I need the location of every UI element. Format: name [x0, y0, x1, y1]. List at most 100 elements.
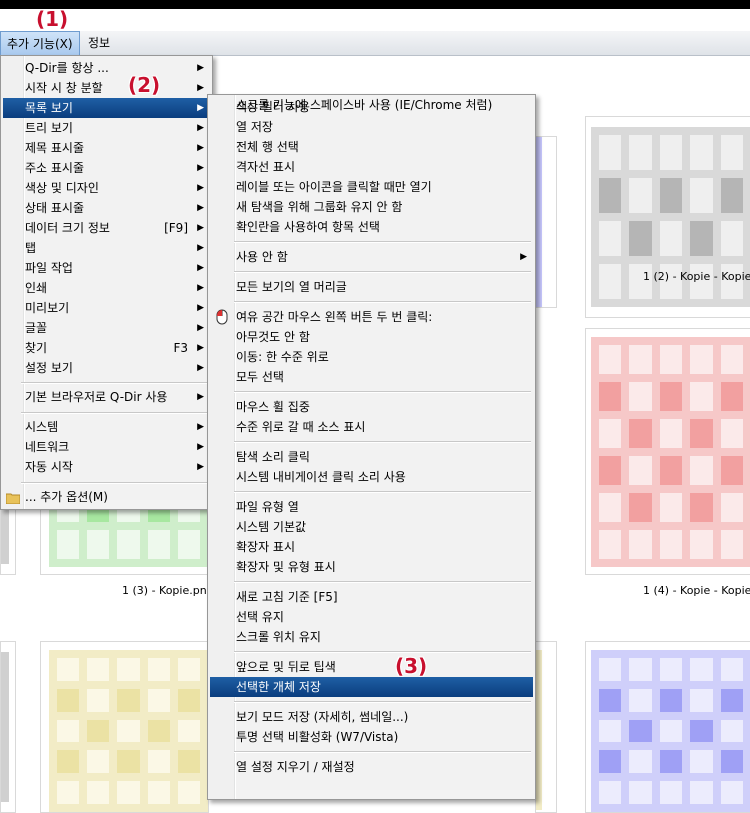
thumbnail[interactable] — [585, 641, 750, 813]
sub-item-18[interactable]: 시스템 기본값 — [210, 517, 533, 537]
menu-separator — [234, 271, 531, 273]
sub-item-28[interactable]: 열 설정 지우기 / 재설정 — [210, 757, 533, 777]
menu-item-shortcut: F3 — [173, 341, 188, 355]
main-item-9[interactable]: 탭 ▶ — [3, 238, 210, 258]
sub-item-20[interactable]: 확장자 및 유형 표시 — [210, 557, 533, 577]
sub-item-5[interactable]: 새 탐색을 위해 그룹화 유지 안 함 — [210, 197, 533, 217]
sub-item-7[interactable]: 사용 안 함 ▶ — [210, 247, 533, 267]
submenu-arrow-icon: ▶ — [197, 143, 204, 153]
thumbnail-cell — [690, 493, 713, 522]
thumbnail-cell — [629, 658, 652, 681]
menu-separator — [234, 441, 531, 443]
main-item-10[interactable]: 파일 작업 ▶ — [3, 258, 210, 278]
sub-item-25[interactable]: 선택한 개체 저장 — [210, 677, 533, 697]
sub-item-21[interactable]: 새로 고침 기준 [F5] — [210, 587, 533, 607]
sub-item-1[interactable]: 열 저장 — [210, 117, 533, 137]
sub-item-19[interactable]: 확장자 표시 — [210, 537, 533, 557]
menu-info[interactable]: 정보 — [82, 31, 116, 55]
annotation-1: (1) — [36, 7, 69, 31]
sub-item-11[interactable]: 이동: 한 수준 위로 — [210, 347, 533, 367]
main-item-12[interactable]: 미리보기 ▶ — [3, 298, 210, 318]
sub-item-22[interactable]: 선택 유지 — [210, 607, 533, 627]
sub-item-27[interactable]: 투명 선택 비활성화 (W7/Vista) — [210, 727, 533, 747]
sub-item-15[interactable]: 탐색 소리 클릭 — [210, 447, 533, 467]
thumbnail-cell — [57, 781, 80, 804]
thumbnail-cell — [659, 530, 683, 559]
sub-item-16[interactable]: 시스템 내비게이션 클릭 소리 사용 — [210, 467, 533, 487]
thumbnail-cell — [720, 419, 743, 448]
thumbnail-cell — [629, 221, 652, 256]
main-item-19[interactable]: 자동 시작 ▶ — [3, 457, 210, 477]
main-item-16[interactable]: 기본 브라우저로 Q-Dir 사용 ▶ — [3, 387, 210, 407]
sub-item-17[interactable]: 파일 유형 열 — [210, 497, 533, 517]
menu-item-label: 탭 — [25, 241, 37, 255]
main-item-18[interactable]: 네트워크 ▶ — [3, 437, 210, 457]
main-item-5[interactable]: 주소 표시줄 ▶ — [3, 158, 210, 178]
sub-item-12[interactable]: 모두 선택 — [210, 367, 533, 387]
thumbnail-cell — [177, 719, 200, 743]
main-item-6[interactable]: 색상 및 디자인 ▶ — [3, 178, 210, 198]
menu-item-label: 시스템 — [25, 420, 59, 434]
thumbnail-cell — [690, 658, 713, 681]
thumbnail-cell — [147, 750, 170, 774]
menu-item-label: Q-Dir를 항상 ... — [25, 61, 109, 75]
main-item-17[interactable]: 시스템 ▶ — [3, 417, 210, 437]
menu-item-label: 설정 보기 — [25, 361, 73, 375]
thumbnail-cell — [177, 530, 200, 559]
menu-item-label: 시작 시 창 분할 — [25, 81, 103, 95]
sub-item-10[interactable]: 아무것도 안 함 — [210, 327, 533, 347]
menu-item-label: 아무것도 안 함 — [236, 330, 310, 344]
sub-item-8[interactable]: 모든 보기의 열 머리글 — [210, 277, 533, 297]
thumbnail-cell — [599, 419, 622, 448]
thumbnail[interactable] — [40, 641, 209, 813]
main-item-14[interactable]: 찾기 F3 ▶ — [3, 338, 210, 358]
main-item-11[interactable]: 인쇄 ▶ — [3, 278, 210, 298]
sub-item-29[interactable]: 스크롤 기능에 스페이스바 사용 (IE/Chrome 처럼) — [210, 95, 533, 115]
thumbnail[interactable] — [535, 136, 557, 308]
sub-item-23[interactable]: 스크롤 위치 유지 — [210, 627, 533, 647]
menu-extras[interactable]: 추가 기능(X) — [0, 31, 80, 55]
thumbnail-cell — [629, 530, 652, 559]
sub-item-2[interactable]: 전체 행 선택 — [210, 137, 533, 157]
main-item-4[interactable]: 제목 표시줄 ▶ — [3, 138, 210, 158]
main-item-8[interactable]: 데이터 크기 정보 [F9] ▶ — [3, 218, 210, 238]
main-item-0[interactable]: Q-Dir를 항상 ... ▶ — [3, 58, 210, 78]
thumbnail-cell — [659, 135, 683, 170]
thumbnail[interactable] — [585, 328, 750, 575]
thumbnail-cell — [720, 345, 743, 374]
menu-item-label: 시스템 기본값 — [236, 520, 307, 534]
menu-item-label: 미리보기 — [25, 301, 70, 315]
main-item-3[interactable]: 트리 보기 ▶ — [3, 118, 210, 138]
sub-item-13[interactable]: 마우스 휠 집중 — [210, 397, 533, 417]
thumbnail[interactable] — [535, 641, 557, 813]
main-item-7[interactable]: 상태 표시줄 ▶ — [3, 198, 210, 218]
thumbnail-cell — [690, 750, 713, 774]
sub-item-24[interactable]: 앞으로 및 뒤로 팁색 — [210, 657, 533, 677]
thumbnail-cell — [117, 688, 140, 712]
sub-item-6[interactable]: 확인란을 사용하여 항목 선택 — [210, 217, 533, 237]
thumbnail-cell — [599, 135, 622, 170]
submenu-arrow-icon: ▶ — [197, 63, 204, 73]
thumbnail[interactable] — [585, 116, 750, 318]
menu-separator — [21, 482, 208, 484]
sub-item-9[interactable]: 여유 공간 마우스 왼쪽 버튼 두 번 클릭: — [210, 307, 533, 327]
thumbnail-cell — [87, 750, 110, 774]
main-item-2[interactable]: 목록 보기 ▶ — [3, 98, 210, 118]
main-item-1[interactable]: 시작 시 창 분할 ▶ — [3, 78, 210, 98]
main-item-15[interactable]: 설정 보기 ▶ — [3, 358, 210, 378]
main-item-20[interactable]: ... 추가 옵션(M) — [3, 487, 210, 507]
sub-item-4[interactable]: 레이블 또는 아이콘을 클릭할 때만 열기 — [210, 177, 533, 197]
thumbnail-cell — [659, 221, 683, 256]
sub-item-26[interactable]: 보기 모드 저장 (자세히, 썸네일...) — [210, 707, 533, 727]
submenu-arrow-icon: ▶ — [197, 462, 204, 472]
sub-item-3[interactable]: 격자선 표시 — [210, 157, 533, 177]
thumbnail-cell — [720, 781, 743, 804]
sub-item-14[interactable]: 수준 위로 갈 때 소스 표시 — [210, 417, 533, 437]
thumbnail-cell — [690, 382, 713, 411]
list-view-submenu: 색상 필터 사용 열 저장 전체 행 선택 격자선 표시 레이블 또는 아이콘을 클릭할… — [207, 94, 536, 800]
thumbnail-cell — [117, 719, 140, 743]
thumbnail-cell — [659, 456, 683, 485]
thumbnail-cell — [147, 658, 170, 681]
main-item-13[interactable]: 글꼴 ▶ — [3, 318, 210, 338]
thumbnail[interactable] — [0, 641, 16, 813]
